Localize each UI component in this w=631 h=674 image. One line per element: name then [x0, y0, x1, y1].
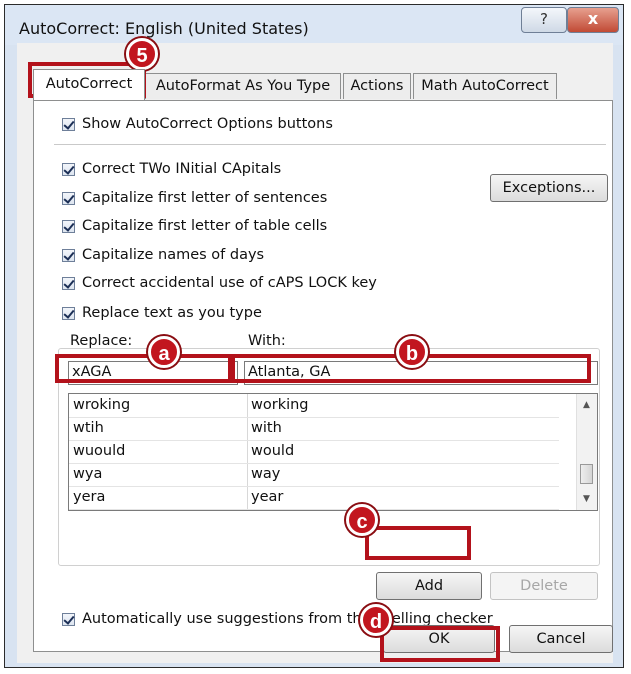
callout-badge-d: d [360, 604, 392, 636]
cancel-button[interactable]: Cancel [509, 625, 613, 653]
checkbox-checked-icon[interactable] [62, 163, 75, 176]
callout-frame-add [365, 526, 471, 560]
list-item[interactable]: wroking working [69, 394, 559, 418]
dialog-title: AutoCorrect: English (United States) [19, 19, 309, 38]
option-replace-as-type[interactable]: Replace text as you type [62, 305, 262, 325]
checkbox-checked-icon[interactable] [62, 613, 75, 626]
replace-label: Replace: [70, 333, 133, 349]
list-item[interactable]: wuould would [69, 440, 559, 464]
callout-frame-replace [55, 354, 232, 383]
callout-badge-b: b [396, 336, 428, 368]
separator [54, 144, 606, 145]
add-button[interactable]: Add [376, 572, 482, 600]
list-scrollbar[interactable]: ▲ ▼ [576, 394, 597, 510]
list-item[interactable]: wya way [69, 463, 559, 487]
callout-frame-ok [380, 626, 500, 662]
autocorrect-dialog: AutoCorrect: English (United States) ? x… [4, 4, 624, 668]
with-label: With: [248, 333, 286, 349]
tab-math-autocorrect[interactable]: Math AutoCorrect [413, 73, 557, 99]
scroll-down-arrow-icon[interactable]: ▼ [583, 494, 590, 504]
checkbox-checked-icon[interactable] [62, 277, 75, 290]
title-bar: AutoCorrect: English (United States) ? x [5, 5, 623, 45]
scroll-up-arrow-icon[interactable]: ▲ [583, 400, 590, 410]
checkbox-checked-icon[interactable] [62, 307, 75, 320]
scroll-thumb[interactable] [580, 464, 593, 484]
tab-actions[interactable]: Actions [343, 73, 411, 99]
close-button[interactable]: x [567, 7, 619, 33]
tab-autocorrect[interactable]: AutoCorrect [33, 69, 145, 100]
callout-badge-a: a [148, 336, 180, 368]
checkbox-checked-icon[interactable] [62, 220, 75, 233]
delete-button[interactable]: Delete [490, 572, 598, 600]
callout-badge-5: 5 [126, 38, 158, 70]
checkbox-checked-icon[interactable] [62, 249, 75, 262]
tab-autoformat[interactable]: AutoFormat As You Type [145, 73, 341, 99]
help-button[interactable]: ? [521, 7, 567, 33]
exceptions-button[interactable]: Exceptions... [490, 174, 608, 202]
list-item[interactable]: wtih with [69, 417, 559, 441]
list-item[interactable]: yera year [69, 486, 559, 510]
callout-badge-c: c [346, 504, 378, 536]
checkbox-checked-icon[interactable] [62, 192, 75, 205]
replacement-list[interactable]: wroking working wtih with wuould would w… [68, 393, 598, 511]
dialog-body: AutoCorrect AutoFormat As You Type Actio… [17, 43, 613, 663]
checkbox-checked-icon[interactable] [62, 118, 75, 131]
